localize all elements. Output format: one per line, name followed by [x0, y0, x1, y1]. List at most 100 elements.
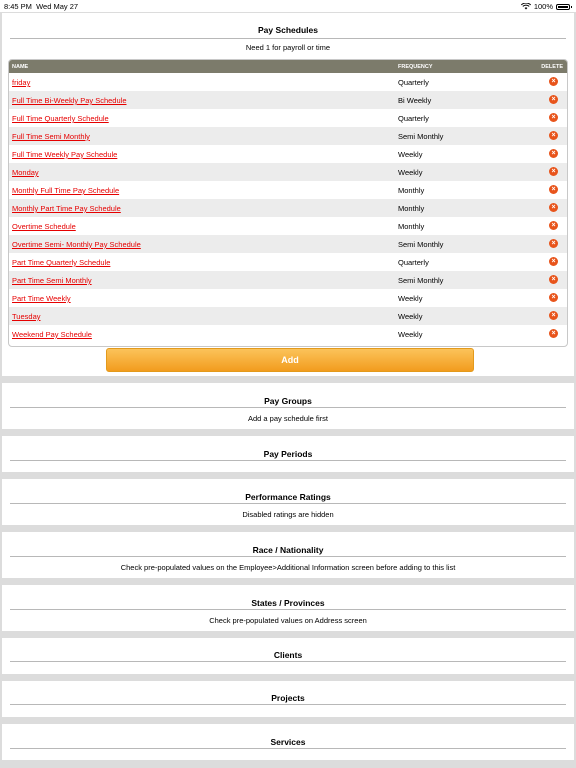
divider	[10, 503, 566, 504]
table-body: friday Quarterly × Full Time Bi-Weekly Pay …	[9, 73, 567, 343]
status-time: 8:45 PM	[4, 2, 32, 11]
schedule-name-link[interactable]: Part Time Weekly	[12, 294, 71, 303]
projects-panel: Projects	[2, 681, 574, 717]
services-title: Services	[270, 737, 306, 747]
pay-schedules-table: NAME FREQUENCY DELETE friday Quarterly × Fu…	[8, 59, 568, 347]
table-row: Full Time Weekly Pay Schedule Weekly ×	[9, 145, 567, 163]
schedule-frequency: Monthly	[398, 186, 425, 195]
clients-panel: Clients	[2, 638, 574, 674]
pay-periods-title: Pay Periods	[263, 449, 313, 459]
delete-icon[interactable]: ×	[549, 149, 558, 158]
divider	[10, 460, 566, 461]
schedule-name-link[interactable]: Full Time Semi Monthly	[12, 132, 90, 141]
divider	[10, 609, 566, 610]
schedule-name-link[interactable]: Tuesday	[12, 312, 41, 321]
table-row: Monthly Full Time Pay Schedule Monthly ×	[9, 181, 567, 199]
pay-schedules-title: Pay Schedules	[257, 25, 318, 35]
status-indicators: 100%	[520, 2, 572, 11]
schedule-frequency: Monthly	[398, 222, 425, 231]
delete-icon[interactable]: ×	[549, 113, 558, 122]
states-provinces-subtitle: Check pre-populated values on Address sc…	[209, 616, 367, 625]
table-row: Weekend Pay Schedule Weekly ×	[9, 325, 567, 343]
states-provinces-panel: States / Provinces Check pre-populated v…	[2, 585, 574, 631]
pay-groups-title: Pay Groups	[264, 396, 312, 406]
wifi-icon	[520, 3, 531, 10]
delete-icon[interactable]: ×	[549, 221, 558, 230]
schedule-frequency: Semi Monthly	[398, 240, 444, 249]
states-provinces-title: States / Provinces	[251, 598, 325, 608]
schedule-name-link[interactable]: Overtime Semi- Monthly Pay Schedule	[12, 240, 141, 249]
schedule-name-link[interactable]: Weekend Pay Schedule	[12, 330, 92, 339]
schedule-frequency: Semi Monthly	[398, 132, 444, 141]
pay-groups-panel: Pay Groups Add a pay schedule first	[2, 383, 574, 429]
divider	[10, 661, 566, 662]
schedule-frequency: Quarterly	[398, 258, 429, 267]
pay-schedules-subtitle: Need 1 for payroll or time	[245, 43, 331, 52]
delete-icon[interactable]: ×	[549, 257, 558, 266]
race-nationality-title: Race / Nationality	[252, 545, 324, 555]
clients-title: Clients	[273, 650, 303, 660]
schedule-name-link[interactable]: Part Time Quarterly Schedule	[12, 258, 110, 267]
add-pay-schedule-button[interactable]: Add	[106, 348, 474, 372]
schedule-name-link[interactable]: Overtime Schedule	[12, 222, 76, 231]
table-row: Overtime Semi- Monthly Pay Schedule Semi …	[9, 235, 567, 253]
status-bar: 8:45 PM Wed May 27 100%	[0, 0, 576, 12]
schedule-frequency: Weekly	[398, 312, 423, 321]
table-row: Full Time Bi-Weekly Pay Schedule Bi Weekl…	[9, 91, 567, 109]
pay-periods-panel: Pay Periods	[2, 436, 574, 472]
table-row: Part Time Quarterly Schedule Quarterly ×	[9, 253, 567, 271]
table-row: Tuesday Weekly ×	[9, 307, 567, 325]
delete-icon[interactable]: ×	[549, 167, 558, 176]
schedule-frequency: Semi Monthly	[398, 276, 444, 285]
performance-ratings-title: Performance Ratings	[245, 492, 331, 502]
table-row: Full Time Semi Monthly Semi Monthly ×	[9, 127, 567, 145]
schedule-name-link[interactable]: Monthly Full Time Pay Schedule	[12, 186, 119, 195]
delete-icon[interactable]: ×	[549, 77, 558, 86]
delete-icon[interactable]: ×	[549, 275, 558, 284]
column-header-delete: DELETE	[541, 64, 563, 70]
schedule-name-link[interactable]: Monthly Part Time Pay Schedule	[12, 204, 121, 213]
delete-icon[interactable]: ×	[549, 329, 558, 338]
pay-groups-subtitle: Add a pay schedule first	[247, 414, 329, 423]
schedule-name-link[interactable]: Full Time Weekly Pay Schedule	[12, 150, 117, 159]
schedule-name-link[interactable]: Full Time Quarterly Schedule	[12, 114, 109, 123]
race-nationality-subtitle: Check pre-populated values on the Employ…	[120, 563, 456, 572]
delete-icon[interactable]: ×	[549, 185, 558, 194]
table-row: Monday Weekly ×	[9, 163, 567, 181]
performance-ratings-panel: Performance Ratings Disabled ratings are…	[2, 479, 574, 525]
schedule-frequency: Weekly	[398, 330, 423, 339]
status-time-date: 8:45 PM Wed May 27	[4, 2, 78, 11]
table-row: Part Time Weekly Weekly ×	[9, 289, 567, 307]
column-header-frequency: FREQUENCY	[398, 64, 433, 70]
delete-icon[interactable]: ×	[549, 293, 558, 302]
schedule-frequency: Quarterly	[398, 114, 429, 123]
delete-icon[interactable]: ×	[549, 239, 558, 248]
projects-title: Projects	[271, 693, 305, 703]
delete-icon[interactable]: ×	[549, 95, 558, 104]
table-row: Part Time Semi Monthly Semi Monthly ×	[9, 271, 567, 289]
divider	[10, 556, 566, 557]
performance-ratings-subtitle: Disabled ratings are hidden	[242, 510, 334, 519]
table-header: NAME FREQUENCY DELETE	[9, 60, 567, 73]
schedule-name-link[interactable]: Part Time Semi Monthly	[12, 276, 92, 285]
table-row: Monthly Part Time Pay Schedule Monthly ×	[9, 199, 567, 217]
schedule-name-link[interactable]: friday	[12, 78, 30, 87]
delete-icon[interactable]: ×	[549, 203, 558, 212]
services-panel: Services	[2, 724, 574, 760]
schedule-frequency: Monthly	[398, 204, 425, 213]
divider	[10, 38, 566, 39]
delete-icon[interactable]: ×	[549, 131, 558, 140]
table-row: Overtime Schedule Monthly ×	[9, 217, 567, 235]
delete-icon[interactable]: ×	[549, 311, 558, 320]
race-nationality-panel: Race / Nationality Check pre-populated v…	[2, 532, 574, 578]
status-date: Wed May 27	[36, 2, 79, 11]
schedule-frequency: Weekly	[398, 294, 423, 303]
schedule-frequency: Quarterly	[398, 78, 429, 87]
pay-schedules-panel: Pay Schedules Need 1 for payroll or time…	[2, 13, 574, 376]
divider	[10, 407, 566, 408]
battery-percent: 100%	[533, 2, 553, 11]
divider	[10, 748, 566, 749]
schedule-frequency: Weekly	[398, 150, 423, 159]
schedule-name-link[interactable]: Full Time Bi-Weekly Pay Schedule	[12, 96, 127, 105]
schedule-name-link[interactable]: Monday	[12, 168, 39, 177]
